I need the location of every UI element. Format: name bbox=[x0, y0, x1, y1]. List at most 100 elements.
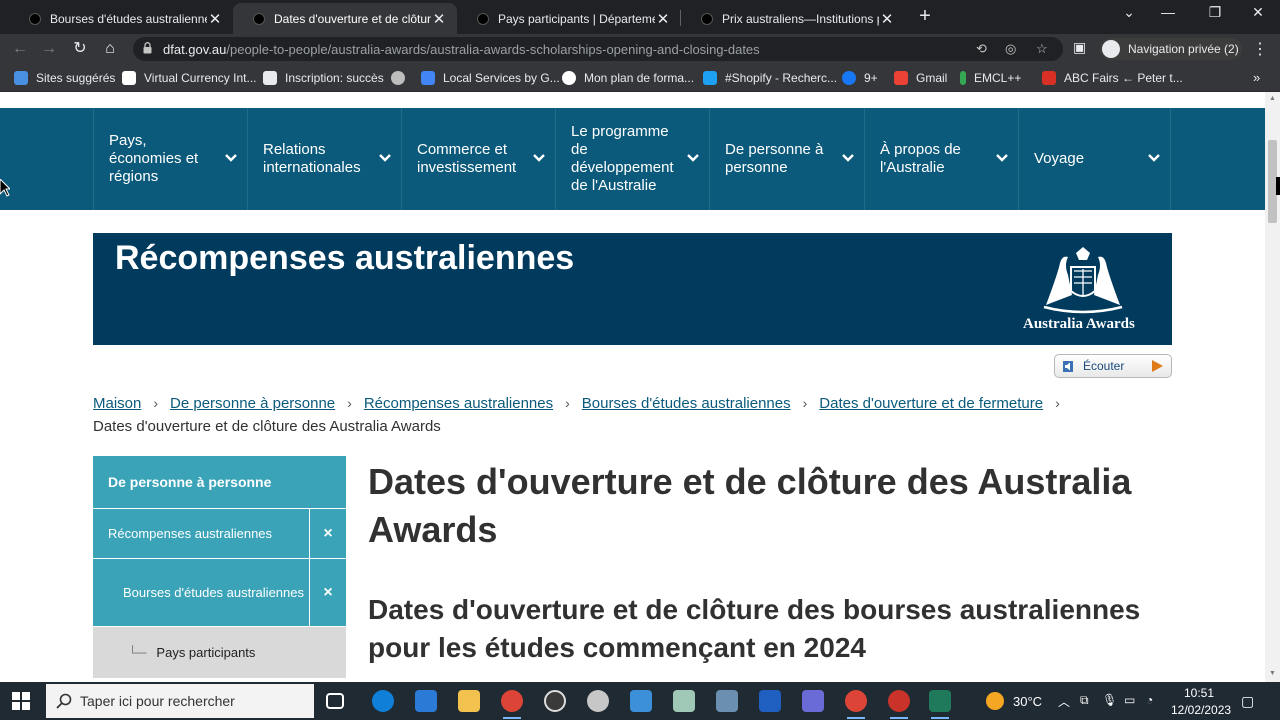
nav-item-development[interactable]: Le programme de développement de l'Austr… bbox=[555, 108, 709, 210]
browser-menu-icon[interactable]: ⋮ bbox=[1252, 39, 1268, 59]
bookmark-item[interactable]: #Shopify - Recherc... bbox=[703, 71, 837, 85]
tab-close-icon[interactable]: ✕ bbox=[431, 10, 447, 28]
scroll-down-icon[interactable]: ▼ bbox=[1269, 670, 1276, 677]
bookmark-item[interactable]: ABC Fairs ← Peter t... bbox=[1042, 71, 1183, 85]
tray-chevron-up-icon[interactable]: ︿ bbox=[1058, 693, 1070, 710]
browser-tab[interactable]: Pays participants | Département d ✕ bbox=[457, 3, 681, 34]
reload-icon[interactable]: ↻ bbox=[70, 39, 90, 59]
microphone-icon[interactable]: 🎙 bbox=[1102, 693, 1117, 707]
battery-icon[interactable]: ▭ bbox=[1124, 693, 1135, 707]
taskbar-search-box[interactable]: Taper ici pour rechercher bbox=[46, 684, 314, 718]
notes-icon[interactable] bbox=[673, 690, 695, 712]
breadcrumb-link[interactable]: Récompenses australiennes bbox=[364, 395, 553, 412]
more-bookmarks-icon[interactable]: » bbox=[1253, 70, 1260, 85]
home-icon[interactable]: ⌂ bbox=[100, 39, 120, 59]
close-window-icon[interactable]: ✕ bbox=[1248, 4, 1268, 21]
browser-tab-active[interactable]: Dates d'ouverture et de clôture d ✕ bbox=[233, 3, 457, 34]
whatsapp-icon[interactable] bbox=[544, 690, 566, 712]
bookmark-star-icon[interactable]: ☆ bbox=[1036, 41, 1048, 57]
store-icon[interactable] bbox=[415, 690, 437, 712]
bookmark-label: ABC Fairs ← Peter t... bbox=[1064, 71, 1183, 85]
calculator-icon[interactable] bbox=[716, 690, 738, 712]
weather-temperature[interactable]: 30°C bbox=[1013, 694, 1042, 709]
breadcrumb-link[interactable]: Dates d'ouverture et de fermeture bbox=[819, 395, 1043, 412]
nav-item-people-to-people[interactable]: De personne à personne bbox=[709, 108, 864, 210]
clock-date[interactable]: 12/02/2023 bbox=[1171, 703, 1231, 717]
chrome-icon[interactable] bbox=[501, 690, 523, 719]
tray-app-icon[interactable]: ⧉ bbox=[1080, 693, 1089, 708]
browser-tab-strip: Bourses d'études australiennes | D ✕ Dat… bbox=[0, 0, 1280, 34]
windows-start-icon[interactable] bbox=[12, 692, 30, 710]
weather-sun-icon[interactable] bbox=[986, 692, 1004, 710]
tab-close-icon[interactable]: ✕ bbox=[655, 10, 671, 28]
restore-icon[interactable]: ❐ bbox=[1205, 4, 1225, 21]
tracking-blocked-eye-icon[interactable]: ◎ bbox=[1005, 41, 1016, 57]
forward-arrow-icon[interactable]: → bbox=[39, 39, 59, 59]
windows-taskbar: Taper ici pour rechercher 30°C ︿ ⧉ 🎙 ▭ ◔… bbox=[0, 682, 1280, 720]
wifi-icon[interactable]: ◔ bbox=[1146, 693, 1153, 707]
nav-item-trade[interactable]: Commerce et investissement bbox=[401, 108, 555, 210]
chevron-down-icon bbox=[1148, 154, 1160, 162]
minimize-icon[interactable]: — bbox=[1158, 4, 1178, 20]
scroll-up-icon[interactable]: ▲ bbox=[1269, 95, 1276, 102]
new-tab-icon[interactable]: + bbox=[915, 5, 935, 28]
browser-tab[interactable]: Bourses d'études australiennes | D ✕ bbox=[9, 3, 233, 34]
bookmark-label: Sites suggérés bbox=[36, 71, 116, 85]
bookmark-item[interactable]: 9+ bbox=[842, 71, 878, 85]
sidebar-item-label: Récompenses australiennes bbox=[108, 526, 273, 541]
chevron-down-icon bbox=[225, 154, 237, 162]
sidebar-heading[interactable]: De personne à personne bbox=[93, 456, 346, 509]
incognito-profile-button[interactable]: Navigation privée (2) bbox=[1100, 38, 1242, 60]
sidebar-subitem-participating-countries[interactable]: └─ Pays participants bbox=[93, 627, 346, 678]
breadcrumb-link[interactable]: Bourses d'études australiennes bbox=[582, 395, 791, 412]
word-icon[interactable] bbox=[759, 690, 781, 712]
collapse-close-icon[interactable]: × bbox=[309, 509, 346, 558]
breadcrumb-separator-icon: › bbox=[1055, 395, 1060, 411]
bookmark-item[interactable]: Inscription: succès bbox=[263, 71, 384, 85]
nav-item-countries[interactable]: Pays, économies et régions bbox=[93, 108, 247, 210]
collapse-close-icon[interactable]: × bbox=[309, 559, 346, 626]
translate-icon[interactable]: ⟲ bbox=[976, 41, 987, 57]
bookmark-item[interactable]: Sites suggérés bbox=[14, 71, 115, 85]
tab-close-icon[interactable]: ✕ bbox=[879, 10, 895, 28]
bookmark-item[interactable]: Local Services by G... bbox=[421, 71, 560, 85]
sidebar-item-scholarships[interactable]: Bourses d'études australiennes × bbox=[93, 559, 346, 627]
address-bar[interactable]: dfat.gov.au/people-to-people/australia-a… bbox=[133, 37, 1063, 61]
notification-center-icon[interactable]: ▢ bbox=[1241, 693, 1254, 710]
tab-search-chevron-icon[interactable]: ⌄ bbox=[1119, 4, 1139, 21]
side-panel-icon[interactable]: ▣ bbox=[1073, 39, 1086, 56]
chrome-icon[interactable] bbox=[845, 690, 867, 719]
bookmark-item[interactable]: Gmail bbox=[894, 71, 947, 85]
edge-browser-icon[interactable] bbox=[372, 690, 394, 712]
file-explorer-icon[interactable] bbox=[458, 690, 480, 712]
bookmark-item[interactable] bbox=[391, 71, 413, 85]
app-icon[interactable] bbox=[587, 690, 609, 712]
bookmark-favicon-icon bbox=[960, 71, 966, 85]
tab-close-icon[interactable]: ✕ bbox=[207, 10, 223, 28]
chrome-incognito-icon[interactable] bbox=[888, 690, 910, 719]
nav-item-travel[interactable]: Voyage bbox=[1018, 108, 1171, 210]
tab-title: Prix australiens—Institutions part bbox=[722, 11, 879, 26]
bookmark-favicon-icon bbox=[122, 71, 136, 85]
app-icon[interactable] bbox=[929, 690, 951, 719]
breadcrumb-link[interactable]: De personne à personne bbox=[170, 395, 335, 412]
app-icon[interactable] bbox=[802, 690, 824, 712]
task-view-icon[interactable] bbox=[326, 693, 344, 709]
breadcrumb-separator-icon: › bbox=[347, 395, 352, 411]
bookmark-item[interactable]: Mon plan de forma... bbox=[562, 71, 694, 85]
sidebar-item-australia-awards[interactable]: Récompenses australiennes × bbox=[93, 509, 346, 559]
bookmark-item[interactable]: Virtual Currency Int... bbox=[122, 71, 257, 85]
browser-tab[interactable]: Prix australiens—Institutions part ✕ bbox=[681, 3, 905, 34]
page-title: Dates d'ouverture et de clôture des Aust… bbox=[368, 461, 1132, 550]
clock-time[interactable]: 10:51 bbox=[1184, 686, 1214, 700]
nav-item-about-australia[interactable]: À propos de l'Australie bbox=[864, 108, 1018, 210]
chevron-down-icon bbox=[842, 154, 854, 162]
bookmark-item[interactable]: EMCL++ bbox=[960, 71, 1021, 85]
profile-label: Navigation privée (2) bbox=[1128, 42, 1239, 56]
nav-item-international-relations[interactable]: Relations internationales bbox=[247, 108, 401, 210]
breadcrumb-link[interactable]: Maison bbox=[93, 395, 141, 412]
listen-button[interactable]: Écouter bbox=[1054, 354, 1172, 378]
mail-icon[interactable] bbox=[630, 690, 652, 712]
back-arrow-icon[interactable]: ← bbox=[10, 39, 30, 59]
section-banner: Récompenses australiennes Australia Awar… bbox=[93, 233, 1172, 345]
